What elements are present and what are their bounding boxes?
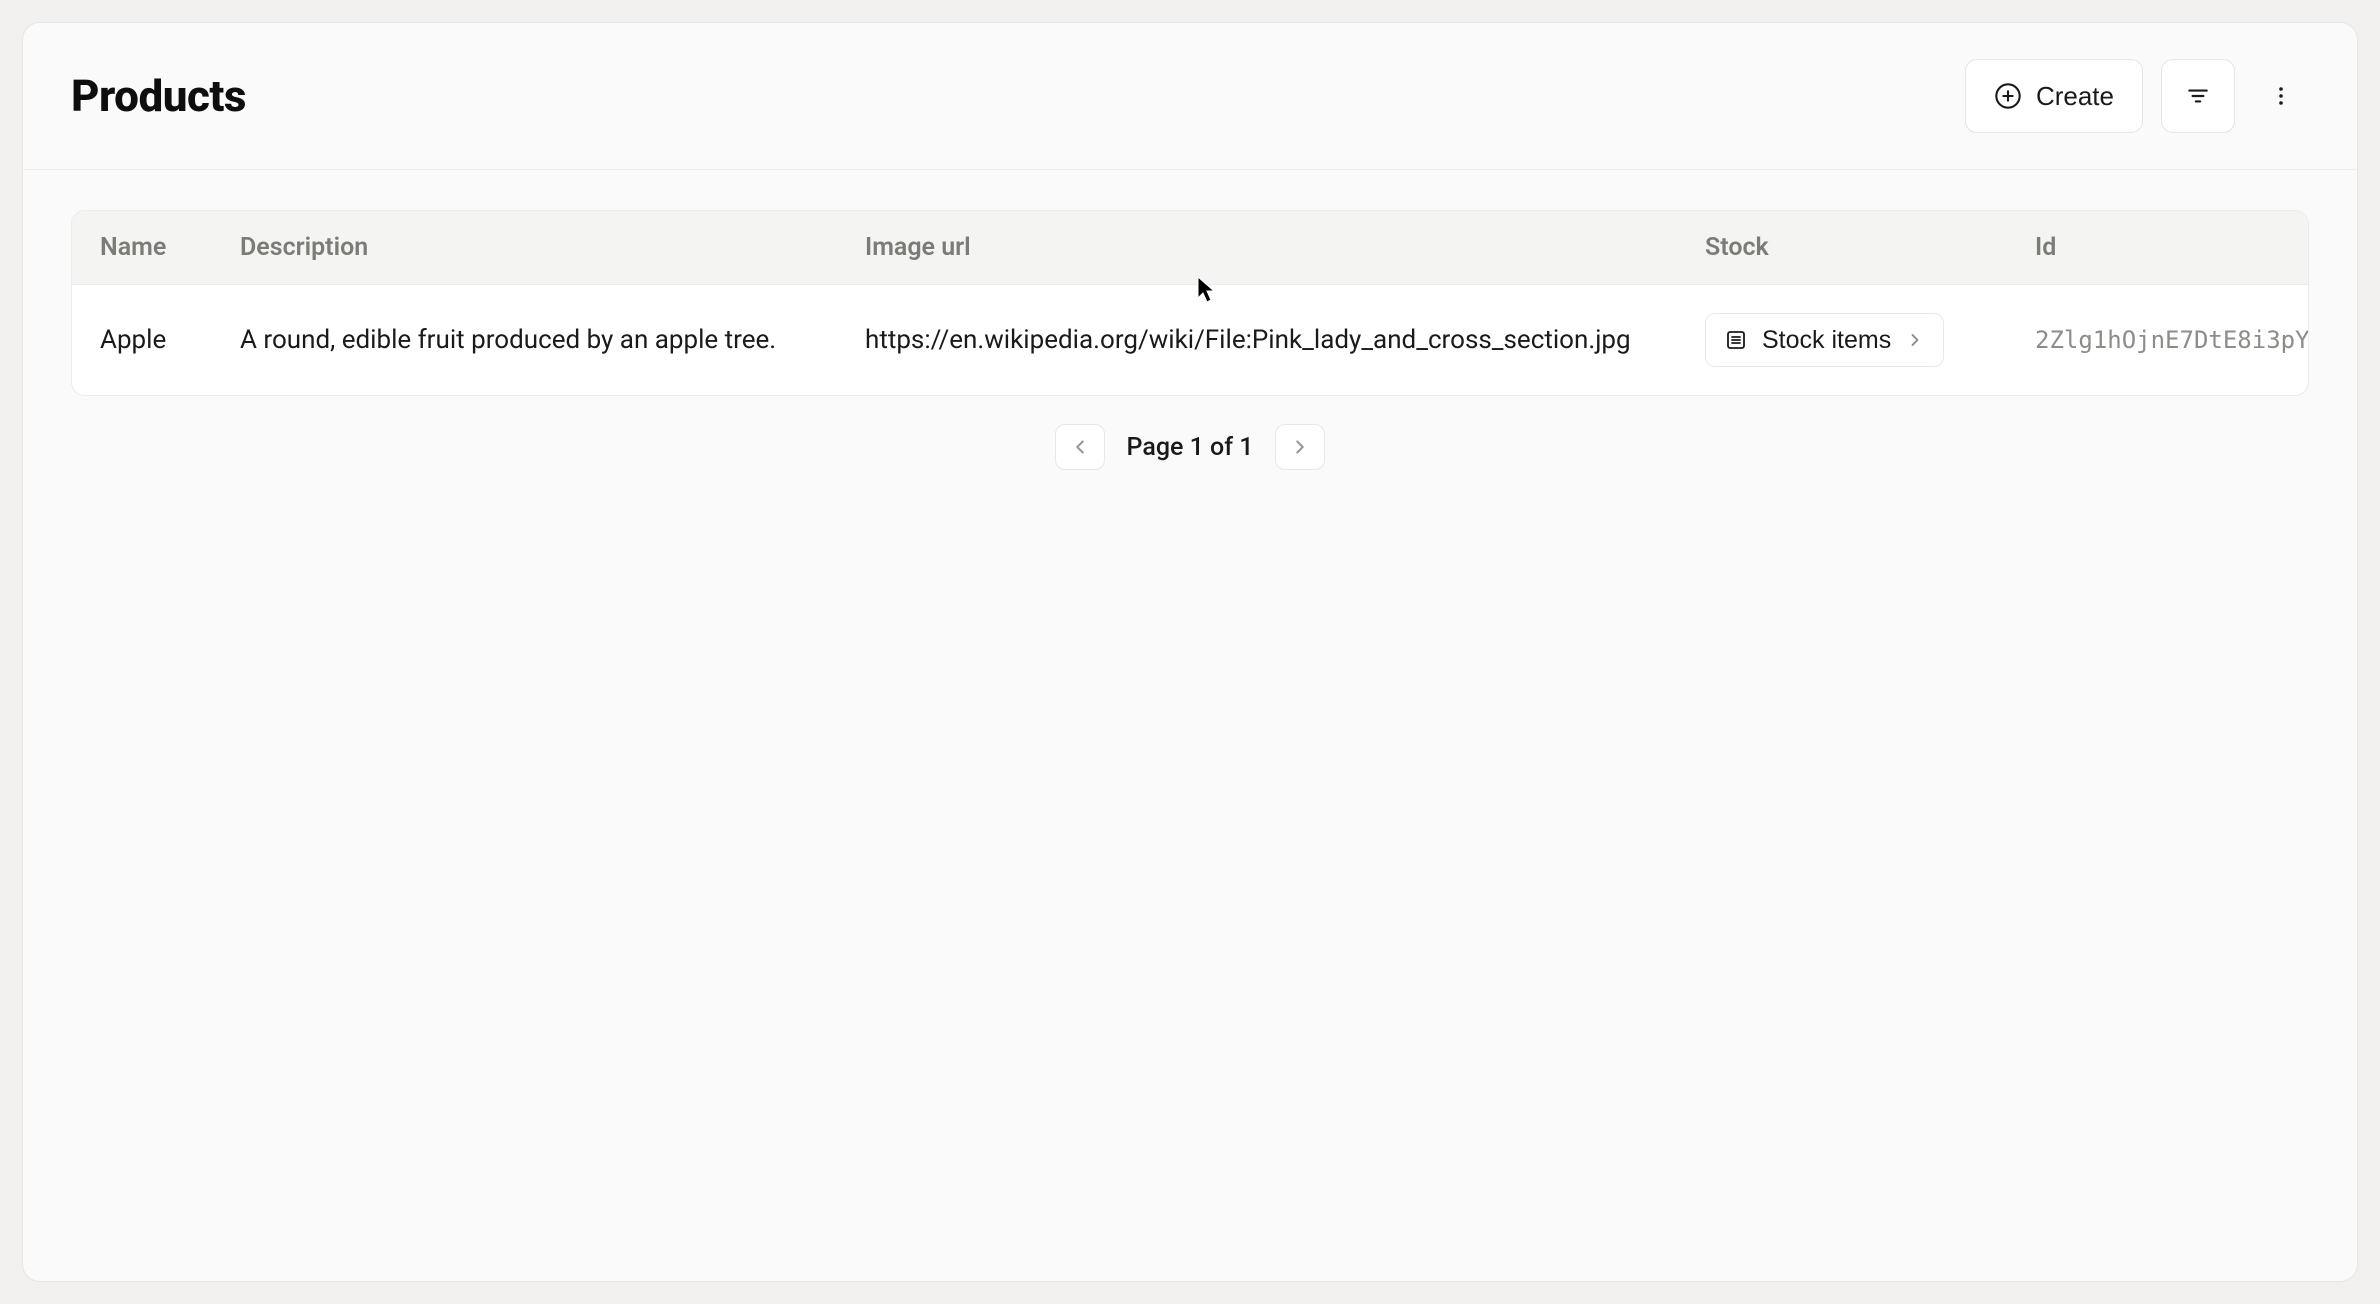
- products-table: Name Description Image url Stock Id Appl…: [72, 211, 2308, 395]
- create-button-label: Create: [2036, 81, 2114, 112]
- chevron-left-icon: [1069, 436, 1091, 458]
- filter-button[interactable]: [2161, 59, 2235, 133]
- table-row[interactable]: Apple A round, edible fruit produced by …: [72, 285, 2308, 396]
- more-vertical-icon: [2269, 84, 2293, 108]
- page-title: Products: [71, 70, 246, 122]
- table-header-row: Name Description Image url Stock Id: [72, 211, 2308, 285]
- stock-items-button[interactable]: Stock items: [1705, 313, 1944, 367]
- prev-page-button[interactable]: [1055, 424, 1105, 470]
- page-label: Page 1 of 1: [1127, 433, 1254, 462]
- column-header-description[interactable]: Description: [212, 211, 837, 285]
- products-panel: Products Create: [22, 22, 2358, 1282]
- cell-stock: Stock items: [1677, 285, 2007, 396]
- products-table-wrap: Name Description Image url Stock Id Appl…: [71, 210, 2309, 396]
- column-header-image-url[interactable]: Image url: [837, 211, 1677, 285]
- column-header-name[interactable]: Name: [72, 211, 212, 285]
- next-page-button[interactable]: [1275, 424, 1325, 470]
- chevron-right-icon: [1289, 436, 1311, 458]
- stock-items-label: Stock items: [1762, 326, 1891, 355]
- header: Products Create: [23, 23, 2357, 170]
- plus-circle-icon: [1994, 82, 2022, 110]
- pagination: Page 1 of 1: [71, 424, 2309, 470]
- chevron-right-icon: [1905, 330, 1925, 350]
- cell-image-url: https://en.wikipedia.org/wiki/File:Pink_…: [837, 285, 1677, 396]
- header-actions: Create: [1965, 59, 2309, 133]
- content: Name Description Image url Stock Id Appl…: [23, 170, 2357, 510]
- column-header-id[interactable]: Id: [2007, 211, 2308, 285]
- column-header-stock[interactable]: Stock: [1677, 211, 2007, 285]
- cell-name: Apple: [72, 285, 212, 396]
- list-icon: [1724, 328, 1748, 352]
- more-menu-button[interactable]: [2253, 59, 2309, 133]
- cell-id: 2Zlg1hOjnE7DtE8i3pYP: [2007, 285, 2308, 396]
- cell-description: A round, edible fruit produced by an app…: [212, 285, 837, 396]
- filter-icon: [2185, 83, 2211, 109]
- create-button[interactable]: Create: [1965, 59, 2143, 133]
